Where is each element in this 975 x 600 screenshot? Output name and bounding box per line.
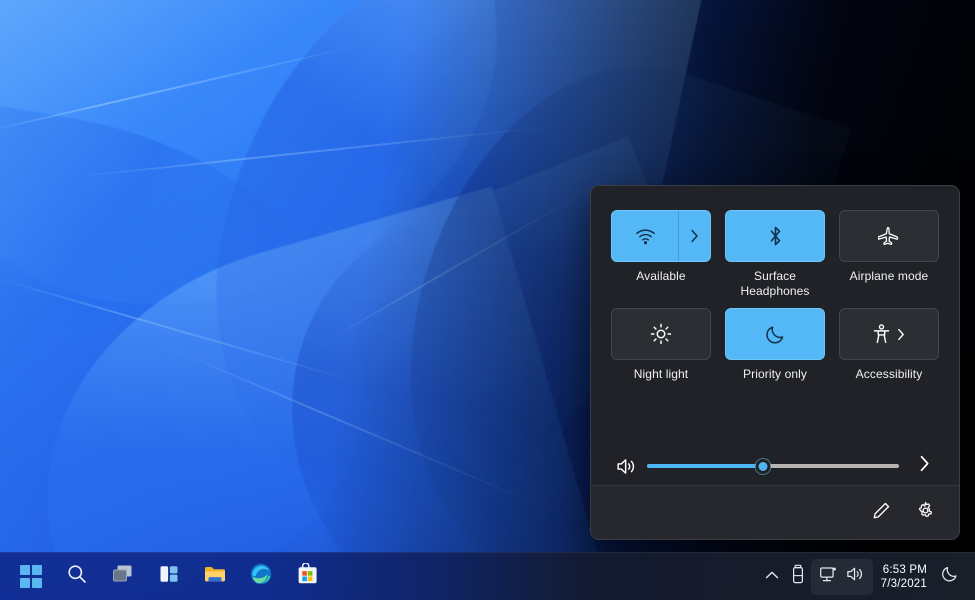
chevron-right-icon xyxy=(897,328,905,341)
airplane-mode-tile-label: Airplane mode xyxy=(849,269,929,283)
wifi-toggle-main[interactable] xyxy=(612,211,678,261)
taskbar-edge-button[interactable] xyxy=(241,557,281,597)
quick-settings-tile-grid: Available Surface Headphones Airplane mo… xyxy=(611,210,939,382)
night-light-toggle-button[interactable] xyxy=(611,308,711,360)
accessibility-button[interactable] xyxy=(839,308,939,360)
open-settings-button[interactable] xyxy=(907,495,943,531)
volume-slider-row xyxy=(591,441,959,491)
crescent-moon-icon xyxy=(941,565,959,588)
clock-time: 6:53 PM xyxy=(882,563,927,576)
wifi-toggle-button[interactable] xyxy=(611,210,711,262)
wifi-tile-label: Available xyxy=(636,269,686,283)
gear-settings-icon xyxy=(916,501,935,525)
chevron-up-icon xyxy=(765,568,779,586)
tray-overflow-button[interactable] xyxy=(759,559,785,595)
notifications-button[interactable] xyxy=(935,558,965,596)
brightness-sun-icon xyxy=(650,323,672,345)
file-explorer-folder-icon xyxy=(203,563,227,590)
taskbar-search-button[interactable] xyxy=(57,557,97,597)
taskbar-app-buttons xyxy=(8,557,330,597)
chevron-right-icon xyxy=(919,455,930,477)
microsoft-edge-icon xyxy=(249,562,273,591)
quick-setting-tile-wifi: Available xyxy=(611,210,711,299)
moon-icon xyxy=(765,324,786,345)
system-tray: 6:53 PM 7/3/2021 xyxy=(759,553,975,600)
wifi-icon xyxy=(635,228,656,245)
accessibility-expand-indicator xyxy=(897,328,905,341)
bluetooth-icon xyxy=(768,225,783,247)
taskbar-clock[interactable]: 6:53 PM 7/3/2021 xyxy=(873,557,935,597)
battery-icon xyxy=(791,564,805,589)
tray-battery-button[interactable] xyxy=(785,559,811,595)
chevron-right-icon xyxy=(690,229,699,243)
quick-settings-panel[interactable]: Available Surface Headphones Airplane mo… xyxy=(590,185,960,540)
taskbar: 6:53 PM 7/3/2021 xyxy=(0,552,975,600)
task-view-icon xyxy=(111,563,135,590)
airplane-icon xyxy=(878,226,900,247)
network-monitor-icon xyxy=(819,565,838,589)
volume-speaker-icon xyxy=(846,565,865,588)
focus-assist-toggle-button[interactable] xyxy=(725,308,825,360)
airplane-mode-toggle-button[interactable] xyxy=(839,210,939,262)
quick-setting-tile-night-light: Night light xyxy=(611,308,711,382)
quick-settings-tile-region: Available Surface Headphones Airplane mo… xyxy=(591,186,959,382)
quick-setting-tile-accessibility: Accessibility xyxy=(839,308,939,382)
wifi-expand-button[interactable] xyxy=(678,211,710,261)
pencil-edit-icon xyxy=(872,501,891,525)
night-light-tile-label: Night light xyxy=(633,367,689,381)
quick-setting-tile-bluetooth: Surface Headphones xyxy=(725,210,825,299)
focus-assist-tile-label: Priority only xyxy=(743,367,807,381)
volume-slider[interactable] xyxy=(647,456,899,476)
volume-slider-fill xyxy=(647,464,763,468)
volume-speaker-icon[interactable] xyxy=(611,457,641,476)
windows-start-icon xyxy=(19,565,43,588)
edit-quick-settings-button[interactable] xyxy=(863,495,899,531)
bluetooth-toggle-button[interactable] xyxy=(725,210,825,262)
taskbar-file-explorer-button[interactable] xyxy=(195,557,235,597)
quick-settings-footer xyxy=(591,485,959,539)
desktop: Available Surface Headphones Airplane mo… xyxy=(0,0,975,600)
search-magnifier-icon xyxy=(66,563,88,590)
taskbar-widgets-button[interactable] xyxy=(149,557,189,597)
tray-status-group-button[interactable] xyxy=(810,558,873,595)
volume-slider-thumb[interactable] xyxy=(755,458,771,474)
taskbar-microsoft-store-button[interactable] xyxy=(287,557,327,597)
accessibility-tile-label: Accessibility xyxy=(855,367,923,381)
accessibility-person-icon xyxy=(873,324,890,344)
taskbar-start-button[interactable] xyxy=(11,557,51,597)
quick-setting-tile-focus-assist: Priority only xyxy=(725,308,825,382)
taskbar-task-view-button[interactable] xyxy=(103,557,143,597)
clock-date: 7/3/2021 xyxy=(880,577,927,590)
volume-expand-button[interactable] xyxy=(911,455,937,477)
bluetooth-tile-label: Surface Headphones xyxy=(740,269,810,298)
microsoft-store-icon xyxy=(296,561,319,591)
widgets-icon xyxy=(158,563,180,590)
quick-setting-tile-airplane-mode: Airplane mode xyxy=(839,210,939,299)
